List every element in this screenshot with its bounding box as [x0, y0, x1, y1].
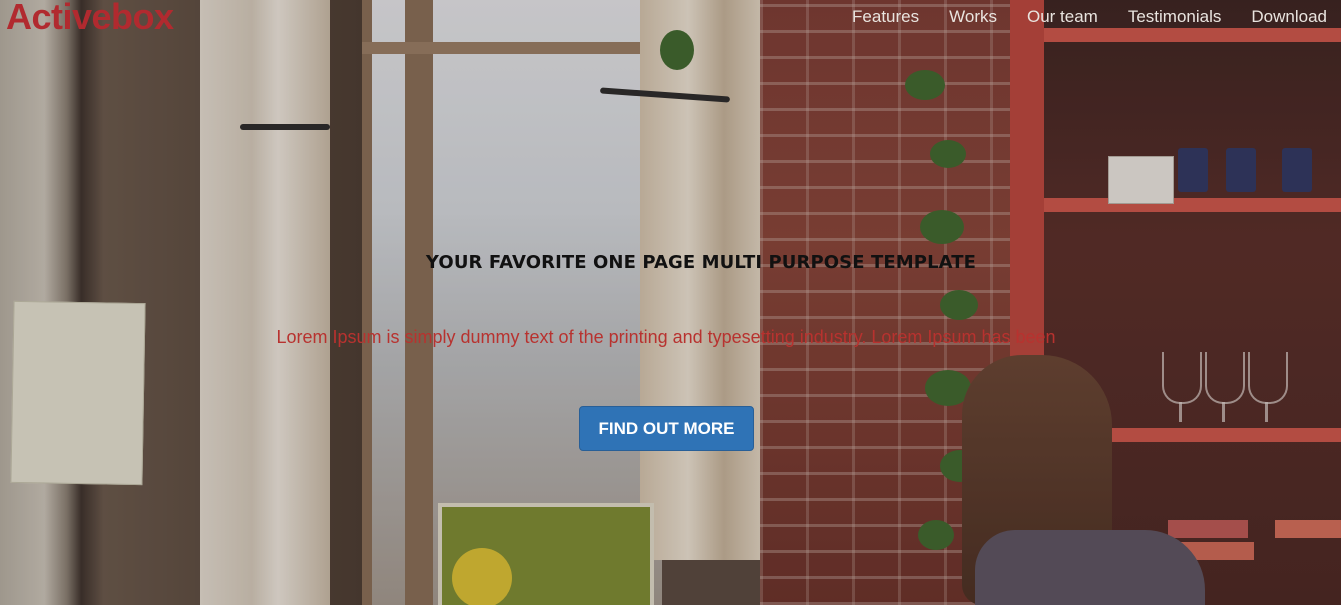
- hero-lead-text: Lorem Ipsum is simply dummy text of the …: [276, 327, 1056, 347]
- hero-background-image: [0, 0, 1341, 605]
- hero-section: Activebox Features Works Our team Testim…: [0, 0, 1341, 605]
- nav-item-our-team: Our team: [1012, 7, 1113, 27]
- nav-item-works: Works: [934, 7, 1012, 27]
- brand-logo[interactable]: Activebox: [6, 0, 174, 38]
- find-out-more-button[interactable]: FIND OUT MORE: [579, 406, 754, 451]
- nav-link-works[interactable]: Works: [934, 7, 1012, 27]
- nav-item-features: Features: [837, 7, 934, 27]
- main-nav: Features Works Our team Testimonials Dow…: [837, 7, 1327, 27]
- nav-link-download[interactable]: Download: [1236, 7, 1327, 27]
- nav-item-download: Download: [1236, 7, 1327, 27]
- nav-link-features[interactable]: Features: [837, 7, 934, 27]
- nav-link-our-team[interactable]: Our team: [1012, 7, 1113, 27]
- nav-item-testimonials: Testimonials: [1113, 7, 1237, 27]
- hero-headline: YOUR FAVORITE ONE PAGE MULTI PURPOSE TEM…: [425, 252, 977, 273]
- nav-link-testimonials[interactable]: Testimonials: [1113, 7, 1237, 27]
